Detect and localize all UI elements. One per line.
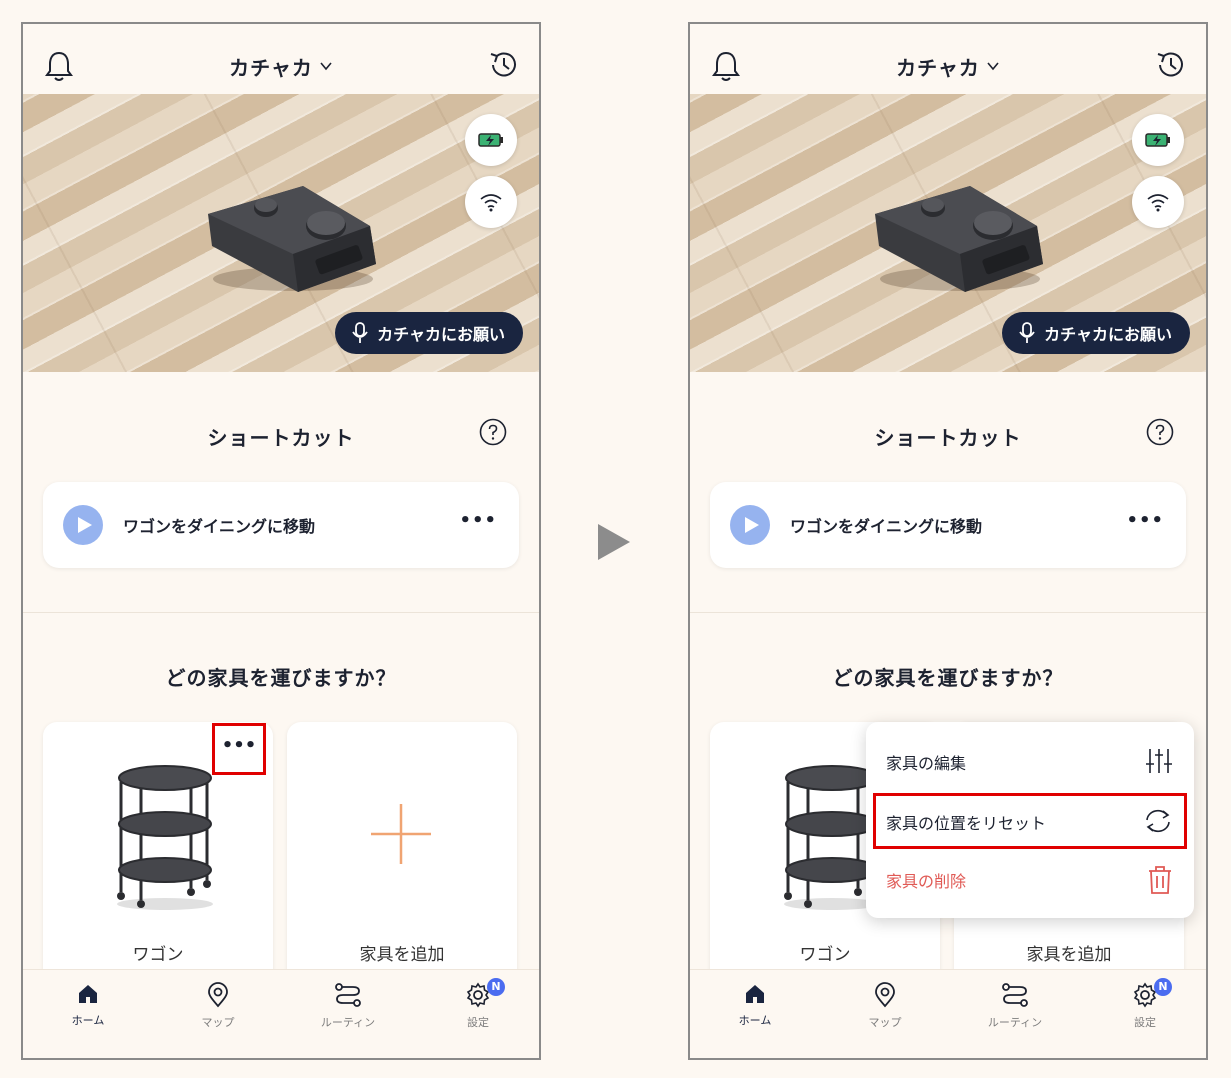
wifi-status[interactable] <box>465 176 517 228</box>
shortcut-card[interactable]: ワゴンをダイニングに移動 ••• <box>710 482 1186 568</box>
home-icon <box>746 985 764 1003</box>
tab-map[interactable]: マップ <box>840 982 930 1030</box>
battery-icon <box>478 133 503 147</box>
shortcut-label: ワゴンをダイニングに移動 <box>790 517 983 536</box>
tab-map[interactable]: マップ <box>173 982 263 1030</box>
device-name: カチャカ <box>229 56 313 80</box>
furniture-context-menu: 家具の編集 家具の位置をリセット 家具の削除 <box>866 722 1194 918</box>
robot-image <box>208 186 376 292</box>
device-selector[interactable]: カチャカ <box>690 52 1206 81</box>
history-icon[interactable] <box>487 48 521 82</box>
play-icon[interactable] <box>730 505 770 545</box>
chevron-down-icon <box>987 62 999 71</box>
shortcut-card[interactable]: ワゴンをダイニングに移動 ••• <box>43 482 519 568</box>
add-furniture-card[interactable]: 家具を追加 <box>287 722 517 1002</box>
map-pin-icon <box>208 982 228 1008</box>
device-selector[interactable]: カチャカ <box>23 52 539 81</box>
voice-command-button[interactable]: カチャカにお願い <box>1002 312 1190 354</box>
voice-button-label: カチャカにお願い <box>377 325 505 344</box>
menu-item-delete-furniture[interactable]: 家具の削除 <box>876 854 1184 904</box>
sliders-icon <box>1146 749 1172 773</box>
voice-button-label: カチャカにお願い <box>1044 325 1172 344</box>
notification-badge: N <box>487 978 505 996</box>
refresh-icon <box>1146 809 1170 833</box>
menu-item-edit-furniture[interactable]: 家具の編集 <box>876 736 1184 786</box>
trash-icon <box>1149 866 1171 894</box>
tab-routine[interactable]: ルーティン <box>303 982 393 1030</box>
microphone-icon <box>1019 322 1035 343</box>
help-icon[interactable] <box>479 418 507 446</box>
wifi-status[interactable] <box>1132 176 1184 228</box>
battery-status[interactable] <box>465 114 517 166</box>
add-furniture-label: 家具を追加 <box>359 945 445 965</box>
tab-home[interactable]: ホーム <box>710 982 800 1028</box>
device-name: カチャカ <box>896 56 980 80</box>
divider <box>23 612 539 613</box>
chevron-down-icon <box>320 62 332 71</box>
header: カチャカ <box>690 24 1206 94</box>
play-icon[interactable] <box>63 505 103 545</box>
history-icon[interactable] <box>1154 48 1188 82</box>
plus-icon <box>371 804 431 864</box>
tab-routine[interactable]: ルーティン <box>970 982 1060 1030</box>
battery-status[interactable] <box>1132 114 1184 166</box>
tab-settings[interactable]: N 設定 <box>433 978 523 1030</box>
routine-icon <box>1002 983 1028 1007</box>
divider <box>690 612 1206 613</box>
header: カチャカ <box>23 24 539 94</box>
furniture-section-title: どの家具を運びますか？ <box>165 666 397 690</box>
battery-icon <box>1145 133 1170 147</box>
routine-icon <box>335 983 361 1007</box>
notification-badge: N <box>1154 978 1172 996</box>
tab-home[interactable]: ホーム <box>43 982 133 1028</box>
robot-image <box>875 186 1043 292</box>
shortcut-section-title: ショートカット <box>207 426 355 450</box>
more-icon[interactable]: ••• <box>1126 510 1164 531</box>
furniture-section-title: どの家具を運びますか？ <box>832 666 1064 690</box>
more-icon[interactable]: ••• <box>459 510 497 531</box>
menu-item-reset-position[interactable]: 家具の位置をリセット <box>873 793 1187 849</box>
wagon-image <box>117 765 213 910</box>
home-icon <box>79 985 97 1003</box>
microphone-icon <box>352 322 368 343</box>
furniture-label: ワゴン <box>799 945 851 965</box>
tab-bar: ホーム マップ ルーティン N 設定 <box>23 969 539 1058</box>
add-furniture-label: 家具を追加 <box>1026 945 1112 965</box>
tab-bar: ホーム マップ ルーティン N 設定 <box>690 969 1206 1058</box>
wifi-icon <box>480 194 502 212</box>
furniture-label: ワゴン <box>132 945 184 965</box>
tab-settings[interactable]: N 設定 <box>1100 978 1190 1030</box>
map-pin-icon <box>875 982 895 1008</box>
furniture-card-wagon[interactable]: ••• ワゴン <box>43 722 273 1002</box>
voice-command-button[interactable]: カチャカにお願い <box>335 312 523 354</box>
shortcut-section-title: ショートカット <box>874 426 1022 450</box>
help-icon[interactable] <box>1146 418 1174 446</box>
robot-camera-view: カチャカにお願い <box>690 94 1206 372</box>
shortcut-label: ワゴンをダイニングに移動 <box>123 517 316 536</box>
wifi-icon <box>1147 194 1169 212</box>
phone-screen-after: カチャカ カチャカにお願い ショートカット ワゴンをダイニングに移動 ••• ど… <box>688 22 1208 1060</box>
arrow-right-icon <box>598 524 630 560</box>
robot-camera-view: カチャカにお願い <box>23 94 539 372</box>
phone-screen-before: カチャカ カチャカにお願い ショートカット ワゴンをダイニングに移動 ••• ど… <box>21 22 541 1060</box>
